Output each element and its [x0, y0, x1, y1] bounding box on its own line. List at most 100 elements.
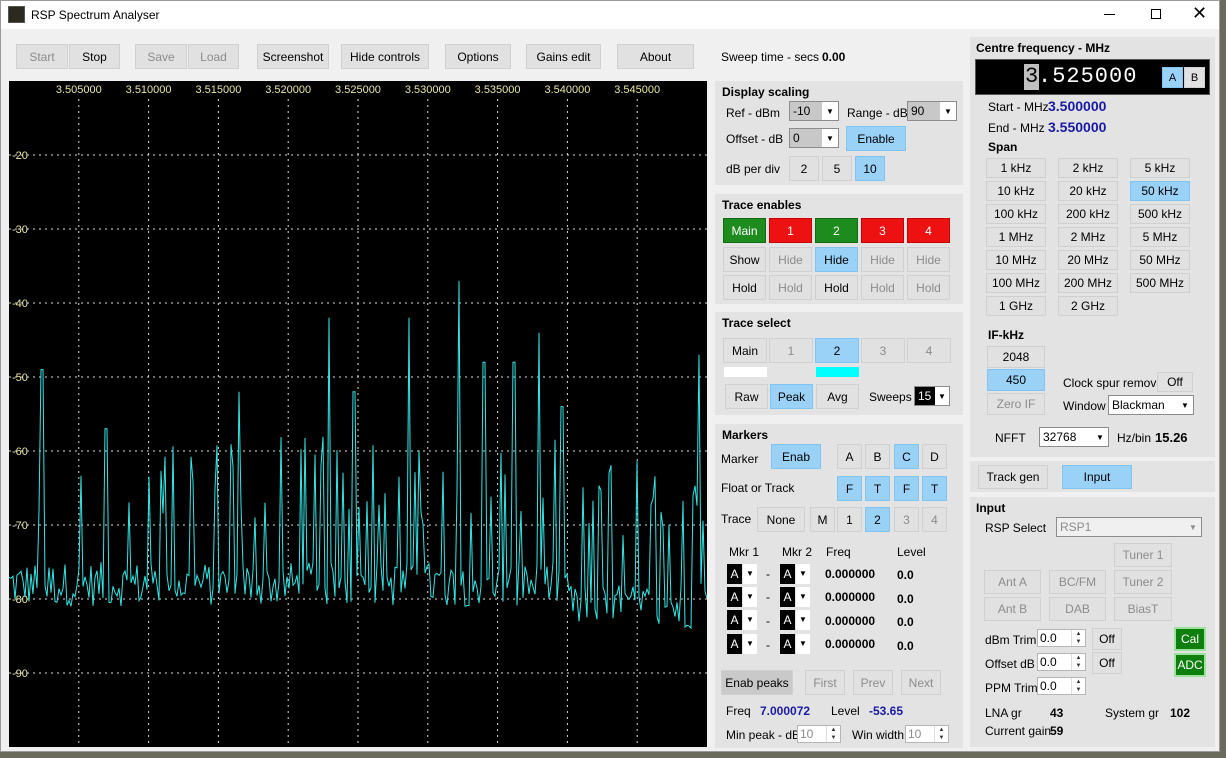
marker-b-button[interactable]: B	[865, 444, 890, 469]
span-button[interactable]: 2 GHz	[1058, 296, 1118, 316]
offset-off-button[interactable]: Off	[1092, 652, 1122, 674]
tuner-1-button[interactable]: Tuner 1	[1114, 543, 1172, 567]
stop-button[interactable]: Stop	[69, 44, 120, 69]
chevron-down-icon[interactable]: ▼	[743, 587, 757, 607]
span-button[interactable]: 500 MHz	[1130, 273, 1190, 293]
rsp-select[interactable]: RSP1 ▼	[1056, 517, 1202, 537]
span-button[interactable]: 20 kHz	[1058, 181, 1118, 201]
if-450-button[interactable]: 450	[987, 369, 1045, 391]
window-select[interactable]: Blackman ▼	[1108, 395, 1194, 415]
adc-button[interactable]: ADC	[1174, 653, 1206, 677]
mkr1-select[interactable]: A	[727, 587, 742, 607]
ant-b-button[interactable]: Ant B	[984, 597, 1041, 621]
trace-m-button[interactable]: M	[810, 507, 835, 532]
if-2048-button[interactable]: 2048	[987, 346, 1045, 368]
win-width-input[interactable]: 10 ▲ ▼	[905, 725, 949, 743]
chevron-down-icon[interactable]: ▼	[743, 610, 757, 630]
enab-peaks-button[interactable]: Enab peaks	[721, 670, 793, 695]
chevron-down-icon[interactable]: ▼	[796, 587, 810, 607]
zero-if-button[interactable]: Zero IF	[987, 393, 1045, 415]
mkr2-select[interactable]: A	[780, 587, 795, 607]
dbm-trim-off-button[interactable]: Off	[1092, 628, 1122, 650]
offset-db-input[interactable]: 0.0 ▲ ▼	[1037, 653, 1086, 671]
trace-n4-button[interactable]: 4	[922, 507, 947, 532]
range-select[interactable]: 90 ▼	[907, 101, 957, 121]
vfo-a-button[interactable]: A	[1162, 67, 1183, 88]
enable-button[interactable]: Enable	[846, 126, 906, 151]
maximize-icon[interactable]	[1151, 9, 1161, 19]
span-button[interactable]: 10 kHz	[986, 181, 1046, 201]
frequency-digits[interactable]: .525000	[1038, 64, 1137, 90]
trace-3-enable[interactable]: 3	[861, 218, 904, 243]
span-button[interactable]: 10 MHz	[986, 250, 1046, 270]
mkr2-select[interactable]: A	[780, 610, 795, 630]
span-button[interactable]: 1 MHz	[986, 227, 1046, 247]
select-main-button[interactable]: Main	[723, 338, 767, 363]
minimize-icon[interactable]	[1104, 14, 1115, 15]
chevron-down-icon[interactable]: ▼	[796, 610, 810, 630]
trace-1-enable[interactable]: 1	[769, 218, 812, 243]
biast-button[interactable]: BiasT	[1114, 597, 1172, 621]
span-button[interactable]: 100 MHz	[986, 273, 1046, 293]
trace-2-hide[interactable]: Hide	[815, 247, 858, 272]
spinner-icon[interactable]: ▲ ▼	[1071, 630, 1085, 646]
load-button[interactable]: Load	[188, 44, 239, 69]
cal-button[interactable]: Cal	[1174, 627, 1206, 651]
hide-controls-button[interactable]: Hide controls	[341, 44, 429, 69]
marker-c-button[interactable]: C	[894, 444, 919, 469]
ppm-trim-input[interactable]: 0.0 ▲ ▼	[1037, 677, 1086, 695]
ant-a-button[interactable]: Ant A	[984, 570, 1041, 594]
tuner-2-button[interactable]: Tuner 2	[1114, 570, 1172, 594]
close-icon[interactable]: ✕	[1192, 3, 1207, 23]
spinner-icon[interactable]: ▲ ▼	[934, 726, 948, 742]
db-div-10-button[interactable]: 10	[855, 156, 885, 181]
trace-main-show[interactable]: Show	[723, 247, 766, 272]
raw-button[interactable]: Raw	[725, 384, 768, 409]
spectrum-plot[interactable]: 3.505000 3.510000 3.515000 3.520000 3.525000…	[9, 81, 707, 747]
span-button[interactable]: 500 kHz	[1130, 204, 1190, 224]
marker-a-button[interactable]: A	[837, 444, 862, 469]
chevron-down-icon[interactable]: ▼	[796, 564, 810, 584]
trace-2-enable[interactable]: 2	[815, 218, 858, 243]
start-button[interactable]: Start	[16, 44, 68, 69]
peak-next-button[interactable]: Next	[901, 670, 941, 695]
spinner-icon[interactable]: ▲ ▼	[1071, 654, 1085, 670]
trace-main-enable[interactable]: Main	[723, 218, 766, 243]
peak-prev-button[interactable]: Prev	[853, 670, 893, 695]
tab-input[interactable]: Input	[1062, 465, 1132, 489]
options-button[interactable]: Options	[445, 44, 511, 69]
spinner-icon[interactable]: ▲ ▼	[826, 726, 840, 742]
select-1-button[interactable]: 1	[769, 338, 813, 363]
trace-4-enable[interactable]: 4	[907, 218, 950, 243]
ref-select[interactable]: -10 ▼	[789, 101, 839, 121]
mkr2-select[interactable]: A	[780, 634, 795, 654]
select-2-button[interactable]: 2	[815, 338, 859, 363]
select-3-button[interactable]: 3	[861, 338, 905, 363]
span-button[interactable]: 100 kHz	[986, 204, 1046, 224]
dbm-trim-input[interactable]: 0.0 ▲ ▼	[1037, 629, 1086, 647]
db-div-5-button[interactable]: 5	[822, 156, 852, 181]
trace-n1-button[interactable]: 1	[837, 507, 862, 532]
chevron-down-icon[interactable]: ▼	[743, 564, 757, 584]
select-4-button[interactable]: 4	[907, 338, 951, 363]
span-button[interactable]: 1 kHz	[986, 158, 1046, 178]
offset-select[interactable]: 0 ▼	[789, 128, 839, 148]
marker-enab-button[interactable]: Enab	[771, 444, 821, 469]
trace-none-button[interactable]: None	[757, 507, 805, 532]
db-div-2-button[interactable]: 2	[789, 156, 819, 181]
vfo-b-button[interactable]: B	[1184, 67, 1205, 88]
trace-4-hide[interactable]: Hide	[907, 247, 950, 272]
gains-edit-button[interactable]: Gains edit	[526, 44, 601, 69]
track-d-button[interactable]: T	[922, 476, 947, 501]
save-button[interactable]: Save	[135, 44, 187, 69]
span-button[interactable]: 50 MHz	[1130, 250, 1190, 270]
spinner-icon[interactable]: ▲ ▼	[1071, 678, 1085, 694]
avg-button[interactable]: Avg	[816, 384, 859, 409]
trace-4-hold[interactable]: Hold	[907, 275, 950, 300]
chevron-down-icon[interactable]: ▼	[796, 634, 810, 654]
tab-track-gen[interactable]: Track gen	[978, 465, 1048, 489]
trace-n3-button[interactable]: 3	[894, 507, 919, 532]
float-a-button[interactable]: F	[837, 476, 862, 501]
sweeps-select[interactable]: 15 ▼	[914, 386, 950, 406]
dab-button[interactable]: DAB	[1049, 597, 1106, 621]
